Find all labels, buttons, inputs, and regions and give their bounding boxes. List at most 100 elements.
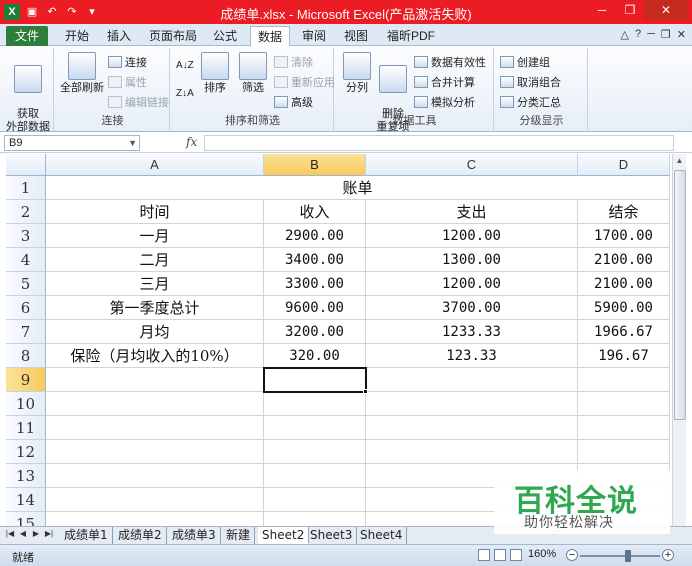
ungroup-button[interactable]: 取消组合 <box>500 74 561 90</box>
text-to-columns-button[interactable]: 分列 <box>340 52 374 95</box>
value-cell[interactable]: 1200.00 <box>366 224 578 248</box>
help-icon[interactable]: ? <box>635 28 641 41</box>
cell-c11[interactable] <box>366 416 578 440</box>
excel-logo-icon[interactable]: X <box>4 4 20 20</box>
cell-a9[interactable] <box>46 368 264 392</box>
header-cell[interactable]: 收入 <box>264 200 366 224</box>
value-cell[interactable]: 5900.00 <box>578 296 670 320</box>
value-cell[interactable]: 1966.67 <box>578 320 670 344</box>
tab-data[interactable]: 数据 <box>250 26 290 47</box>
data-validation-button[interactable]: 数据有效性 <box>414 54 486 70</box>
formula-input[interactable] <box>204 135 674 151</box>
sheet-tab-6[interactable]: Sheet4 <box>356 527 408 544</box>
sheet-title-cell[interactable]: 账单 <box>46 176 670 200</box>
row-header-3[interactable]: 3 <box>6 224 46 248</box>
tab-review[interactable]: 审阅 <box>296 26 332 46</box>
edit-links-button[interactable]: 编辑链接 <box>108 94 169 110</box>
value-cell[interactable]: 3400.00 <box>264 248 366 272</box>
value-cell[interactable]: 320.00 <box>264 344 366 368</box>
row-label-cell[interactable]: 三月 <box>46 272 264 296</box>
cell-d9[interactable] <box>578 368 670 392</box>
last-sheet-icon[interactable]: ▶| <box>43 529 55 538</box>
row-header-6[interactable]: 6 <box>6 296 46 320</box>
prev-sheet-icon[interactable]: ◀ <box>17 529 29 538</box>
value-cell[interactable]: 1700.00 <box>578 224 670 248</box>
row-header-12[interactable]: 12 <box>6 440 46 464</box>
fill-handle[interactable] <box>363 389 368 394</box>
cell-b12[interactable] <box>264 440 366 464</box>
sheet-tab-5[interactable]: Sheet3 <box>306 527 358 544</box>
zoom-in-icon[interactable]: + <box>662 549 674 561</box>
minimize-ribbon-icon[interactable]: △ <box>621 28 629 41</box>
tab-view[interactable]: 视图 <box>338 26 374 46</box>
cell-c12[interactable] <box>366 440 578 464</box>
header-cell[interactable]: 结余 <box>578 200 670 224</box>
refresh-all-button[interactable]: 全部刷新 <box>60 52 104 95</box>
cell-a11[interactable] <box>46 416 264 440</box>
value-cell[interactable]: 2900.00 <box>264 224 366 248</box>
group-button[interactable]: 创建组 <box>500 54 550 70</box>
cell-b10[interactable] <box>264 392 366 416</box>
cell-b11[interactable] <box>264 416 366 440</box>
consolidate-button[interactable]: 合并计算 <box>414 74 475 90</box>
sheet-tab-0[interactable]: 成绩单1 <box>60 527 113 544</box>
doc-minimize-icon[interactable]: ─ <box>647 28 655 41</box>
sheet-tab-3[interactable]: 新建 <box>222 527 256 544</box>
minimize-button[interactable]: ─ <box>588 0 616 20</box>
row-header-14[interactable]: 14 <box>6 488 46 512</box>
cell-d11[interactable] <box>578 416 670 440</box>
cell-a10[interactable] <box>46 392 264 416</box>
cell-b14[interactable] <box>264 488 366 512</box>
advanced-filter-button[interactable]: 高级 <box>274 94 313 110</box>
scroll-thumb[interactable] <box>674 170 686 420</box>
doc-close-icon[interactable]: ✕ <box>677 28 686 41</box>
vertical-scrollbar[interactable]: ▲ <box>672 154 686 526</box>
tab-formulas[interactable]: 公式 <box>206 26 244 46</box>
select-all-corner[interactable] <box>6 154 46 176</box>
restore-button[interactable]: ❐ <box>616 0 644 20</box>
zoom-level[interactable]: 160% <box>528 548 556 560</box>
header-cell[interactable]: 时间 <box>46 200 264 224</box>
tab-home[interactable]: 开始 <box>58 26 96 46</box>
value-cell[interactable]: 9600.00 <box>264 296 366 320</box>
tab-file[interactable]: 文件 <box>6 26 48 46</box>
cell-d10[interactable] <box>578 392 670 416</box>
cell-d12[interactable] <box>578 440 670 464</box>
value-cell[interactable]: 3700.00 <box>366 296 578 320</box>
next-sheet-icon[interactable]: ▶ <box>30 529 42 538</box>
properties-button[interactable]: 属性 <box>108 74 147 90</box>
row-header-9[interactable]: 9 <box>6 368 46 392</box>
sheet-tab-1[interactable]: 成绩单2 <box>114 527 167 544</box>
value-cell[interactable]: 3300.00 <box>264 272 366 296</box>
tab-insert[interactable]: 插入 <box>100 26 138 46</box>
row-label-cell[interactable]: 第一季度总计 <box>46 296 264 320</box>
connections-button[interactable]: 连接 <box>108 54 147 70</box>
row-label-cell[interactable]: 保险（月均收入的10%） <box>46 344 264 368</box>
value-cell[interactable]: 1233.33 <box>366 320 578 344</box>
chevron-down-icon[interactable]: ▼ <box>128 136 137 150</box>
sheet-tab-2[interactable]: 成绩单3 <box>168 527 221 544</box>
cell-b9[interactable] <box>264 368 366 392</box>
value-cell[interactable]: 2100.00 <box>578 272 670 296</box>
cell-a15[interactable] <box>46 512 264 526</box>
close-button[interactable]: ✕ <box>644 0 688 20</box>
value-cell[interactable]: 2100.00 <box>578 248 670 272</box>
sort-ascending-button[interactable]: A↓Z <box>176 60 194 71</box>
what-if-button[interactable]: 模拟分析 <box>414 94 475 110</box>
doc-restore-icon[interactable]: ❐ <box>661 28 671 41</box>
header-cell[interactable]: 支出 <box>366 200 578 224</box>
row-header-2[interactable]: 2 <box>6 200 46 224</box>
row-header-8[interactable]: 8 <box>6 344 46 368</box>
row-header-13[interactable]: 13 <box>6 464 46 488</box>
tab-foxit-pdf[interactable]: 福昕PDF <box>380 26 442 46</box>
row-header-4[interactable]: 4 <box>6 248 46 272</box>
cell-c10[interactable] <box>366 392 578 416</box>
zoom-slider[interactable]: − + <box>566 549 674 563</box>
scroll-up-icon[interactable]: ▲ <box>673 154 686 168</box>
sheet-tab-4[interactable]: Sheet2 <box>258 527 310 544</box>
column-header-b[interactable]: B <box>264 154 366 176</box>
reapply-button[interactable]: 重新应用 <box>274 74 335 90</box>
row-header-7[interactable]: 7 <box>6 320 46 344</box>
row-header-15[interactable]: 15 <box>6 512 46 526</box>
customize-qat-icon[interactable]: ▾ <box>84 4 100 20</box>
